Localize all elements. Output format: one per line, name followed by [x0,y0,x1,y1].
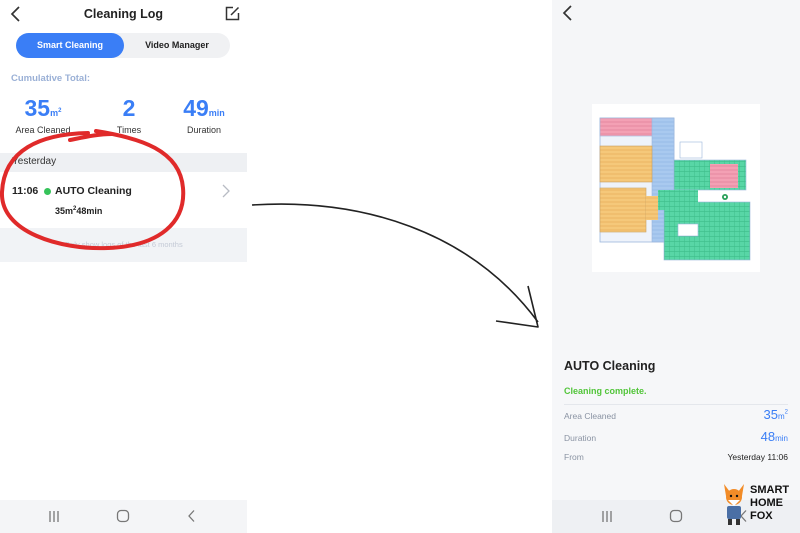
detail-status: Cleaning complete. [564,386,647,396]
record-summary: 35m248min [55,206,103,216]
stat-area-cleaned: 35m2 Area Cleaned [2,95,84,135]
detail-title: AUTO Cleaning [564,359,656,373]
edit-icon[interactable] [225,6,240,21]
log-retention-text: Only show logs of the last 6 months [64,240,183,249]
tab-smart-cleaning[interactable]: Smart Cleaning [16,33,124,58]
arrow-line-annotation [251,203,539,323]
area-cleaned-value: 35m2 [763,407,788,422]
top-bar: Cleaning Log [0,0,247,30]
duration-value: 48min [760,429,788,444]
log-type-tabs: Smart Cleaning Video Manager [16,33,230,58]
stat-times-value: 2 [122,95,136,121]
recents-icon[interactable] [600,510,614,523]
day-group-header: Yesterday [0,153,247,172]
brand-line-2: HOME [750,497,783,509]
day-group-label: Yesterday [12,156,57,167]
cleaning-map [592,104,760,272]
record-name: AUTO Cleaning [55,185,132,197]
stat-times: 2 Times [88,95,170,135]
cleaning-detail-screen: AUTO Cleaning Cleaning complete. Area Cl… [552,0,800,533]
stat-area-label: Area Cleaned [15,125,71,135]
stat-duration-unit: min [208,108,225,118]
cleaning-record-row[interactable]: 11:06 AUTO Cleaning 35m248min [0,172,247,228]
stat-duration: 49min Duration [163,95,245,135]
brand-line-3: FOX [750,510,773,522]
stat-area-unit: m2 [50,108,62,118]
arrow-head-annotation [495,285,539,328]
stat-area-value: 35 [24,95,51,121]
status-dot-icon [44,188,51,195]
back-icon[interactable] [560,4,576,22]
fox-icon [724,484,744,525]
cumulative-total-label: Cumulative Total: [11,73,90,84]
divider [564,404,788,405]
stat-duration-label: Duration [186,125,222,135]
back-nav-icon[interactable] [186,509,198,523]
chevron-right-icon [222,184,230,198]
cleaning-map-image [599,117,751,261]
duration-label: Duration [564,433,597,443]
log-retention-note: Only show logs of the last 6 months [0,228,247,262]
area-cleaned-label: Area Cleaned [564,411,616,421]
smart-home-fox-logo: SMART HOME FOX [716,482,800,528]
cleaning-log-screen: Cleaning Log Smart Cleaning Video Manage… [0,0,247,533]
recents-icon[interactable] [47,510,61,523]
stat-duration-value: 49 [183,95,209,121]
stat-times-label: Times [116,125,142,135]
brand-name: SMART HOME FOX [750,484,789,523]
home-icon[interactable] [669,509,683,523]
record-time: 11:06 [12,185,39,197]
system-nav-bar [0,500,247,533]
brand-line-1: SMART [750,484,790,496]
from-label: From [564,452,584,462]
home-icon[interactable] [116,509,130,523]
cleaning-detail-panel: AUTO Cleaning Cleaning complete. Area Cl… [552,350,800,500]
from-value: Yesterday 11:06 [727,452,789,462]
tab-video-manager[interactable]: Video Manager [124,33,230,58]
page-title: Cleaning Log [83,7,164,21]
